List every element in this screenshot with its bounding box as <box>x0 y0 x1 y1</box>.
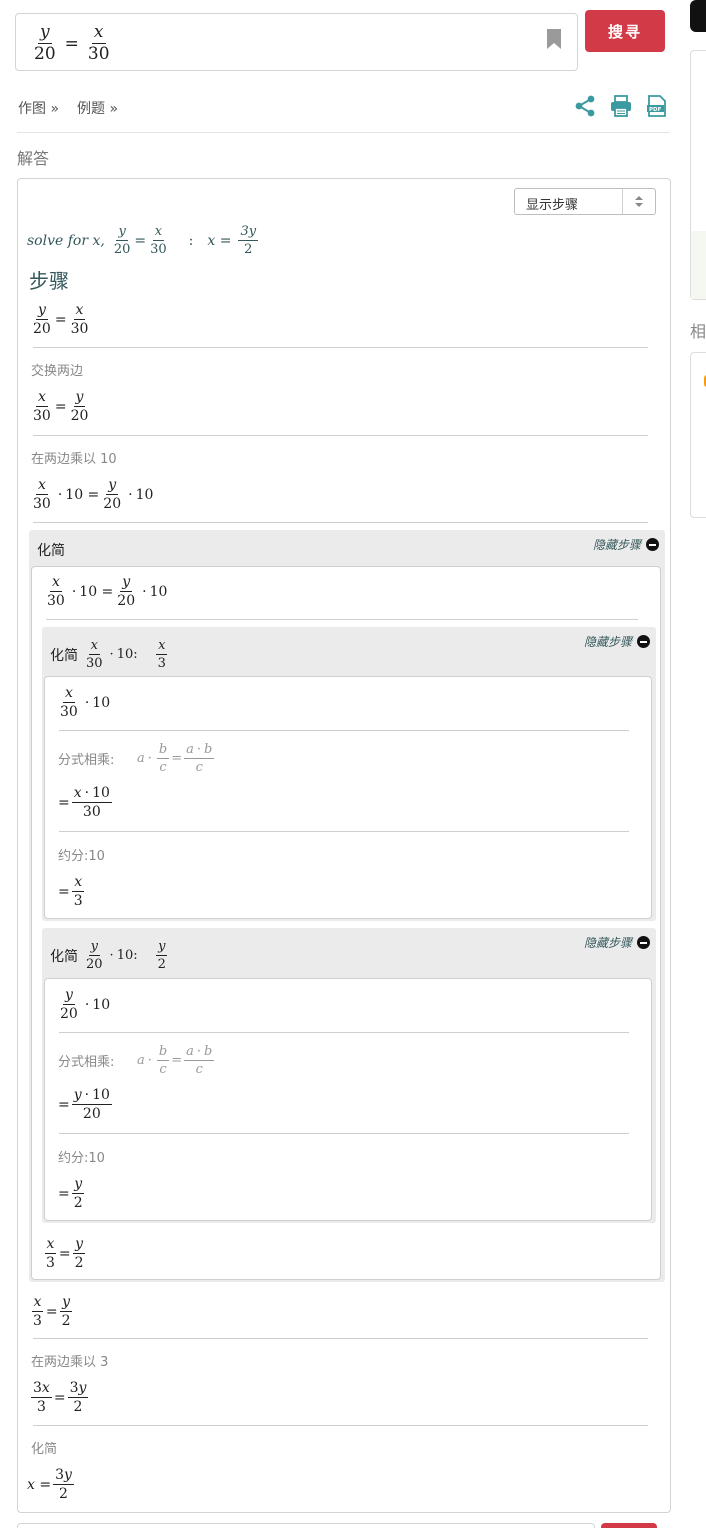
step-equation: x 30 · 10 = y 20 · 10 <box>47 574 168 609</box>
step-equation: 3x 3 = 3y 2 <box>31 1380 89 1415</box>
collapse-icon <box>637 635 650 648</box>
step-divider <box>59 1133 629 1134</box>
pdf-icon[interactable]: PDF <box>646 95 668 117</box>
step-equation: x 30 · 10 = y 20 · 10 <box>33 477 154 512</box>
hide-steps-button[interactable]: 隐藏步骤 <box>584 934 650 951</box>
substep-body: x 30 · 10 = y 20 · 10 化简 x 30 · 10: x 3 隐藏步骤 x 30 · 10 <box>31 566 661 1280</box>
step-equation: = y · 10 20 <box>58 1087 112 1122</box>
simplify-y-substeps: 化简 y 20 · 10: y 2 隐藏步骤 y 20 · 10 分式相乘: a · b c = a · b c <box>42 928 656 1223</box>
show-steps-selected: 显示步骤 <box>526 198 579 213</box>
graph-link[interactable]: 作图 » <box>18 98 59 118</box>
step-divider <box>33 522 648 523</box>
substep-title: 化简 x 30 · 10: x 3 <box>50 638 168 671</box>
right-rail-related-card <box>690 352 706 518</box>
step-divider <box>59 1032 629 1033</box>
select-arrows-icon <box>622 189 655 214</box>
search-query-expression: y 20 = x 30 <box>34 22 110 64</box>
collapse-icon <box>646 538 659 551</box>
step-divider <box>59 831 629 832</box>
rule-formula: a · b c = a · b c <box>137 742 215 775</box>
svg-text:PDF: PDF <box>649 107 662 113</box>
rule-formula: a · b c = a · b c <box>137 1044 215 1077</box>
simplify-substeps: 化简 隐藏步骤 x 30 · 10 = y 20 · 10 化简 x 30 · 10: x 3 隐藏步… <box>29 530 665 1282</box>
step-equation: = x3 <box>58 874 85 909</box>
step-divider <box>33 1338 648 1339</box>
step-divider <box>46 619 638 620</box>
substep-body: x 30 · 10 分式相乘: a · b c = a · b c = x · 10 30 约分:10 = … <box>44 676 652 919</box>
right-rail-card <box>690 50 706 300</box>
step-description: 在两边乘以 3 <box>31 1355 109 1370</box>
step-equation: = x · 10 30 <box>58 785 112 820</box>
steps-title: 步骤 <box>29 269 69 293</box>
step-equation: x 3 = y 2 <box>31 1294 73 1329</box>
step-description: 在两边乘以 10 <box>31 452 117 467</box>
substep-title: 化简 <box>37 543 65 559</box>
hide-steps-button[interactable]: 隐藏步骤 <box>584 633 650 650</box>
solution-panel: 显示步骤 solve for x, y 20 = x 30 : x = 3y 2 步骤 y… <box>17 178 671 1513</box>
print-icon[interactable] <box>610 95 632 117</box>
step-equation: y 20 = x 30 <box>33 302 89 337</box>
step-description: 分式相乘: <box>58 753 115 768</box>
step-divider <box>33 435 648 436</box>
step-description: 化简 <box>31 1442 58 1457</box>
substep-body: y 20 · 10 分式相乘: a · b c = a · b c = y · 10 20 约分:10 = … <box>44 978 652 1221</box>
search-button[interactable]: 搜寻 <box>585 10 665 52</box>
answer-label: 解答 <box>17 149 50 168</box>
step-description: 交换两边 <box>31 364 84 379</box>
step-equation: x 3 = y 2 <box>44 1236 86 1271</box>
bottom-search-input[interactable] <box>17 1523 595 1528</box>
step-divider <box>33 347 648 348</box>
right-rail-title: 相 <box>690 322 706 341</box>
step-divider <box>33 1425 648 1426</box>
step-description: 约分:10 <box>58 849 105 864</box>
bookmark-icon[interactable] <box>547 29 561 49</box>
share-icon[interactable] <box>574 95 596 117</box>
simplify-x-substeps: 化简 x 30 · 10: x 3 隐藏步骤 x 30 · 10 分式相乘: a · b c = a · b c <box>42 627 656 921</box>
step-equation: = y2 <box>58 1176 85 1211</box>
step-description: 约分:10 <box>58 1151 105 1166</box>
bottom-search-button[interactable] <box>601 1523 657 1528</box>
examples-link[interactable]: 例题 » <box>77 98 118 118</box>
step-equation: x 30 · 10 <box>60 685 111 720</box>
solution-summary: solve for x, y 20 = x 30 : x = 3y 2 <box>27 224 259 257</box>
show-steps-select[interactable]: 显示步骤 <box>514 188 656 215</box>
search-input[interactable]: y 20 = x 30 <box>15 13 578 71</box>
divider <box>17 132 670 133</box>
step-divider <box>59 730 629 731</box>
hide-steps-button[interactable]: 隐藏步骤 <box>593 536 659 553</box>
step-equation: y 20 · 10 <box>60 987 111 1022</box>
substep-title: 化简 y 20 · 10: y 2 <box>50 939 168 972</box>
step-description: 分式相乘: <box>58 1055 115 1070</box>
collapse-icon <box>637 936 650 949</box>
step-equation: x 30 = y 20 <box>33 389 89 424</box>
final-answer: x = 3y 2 <box>27 1467 74 1502</box>
right-rail-header <box>690 0 706 32</box>
